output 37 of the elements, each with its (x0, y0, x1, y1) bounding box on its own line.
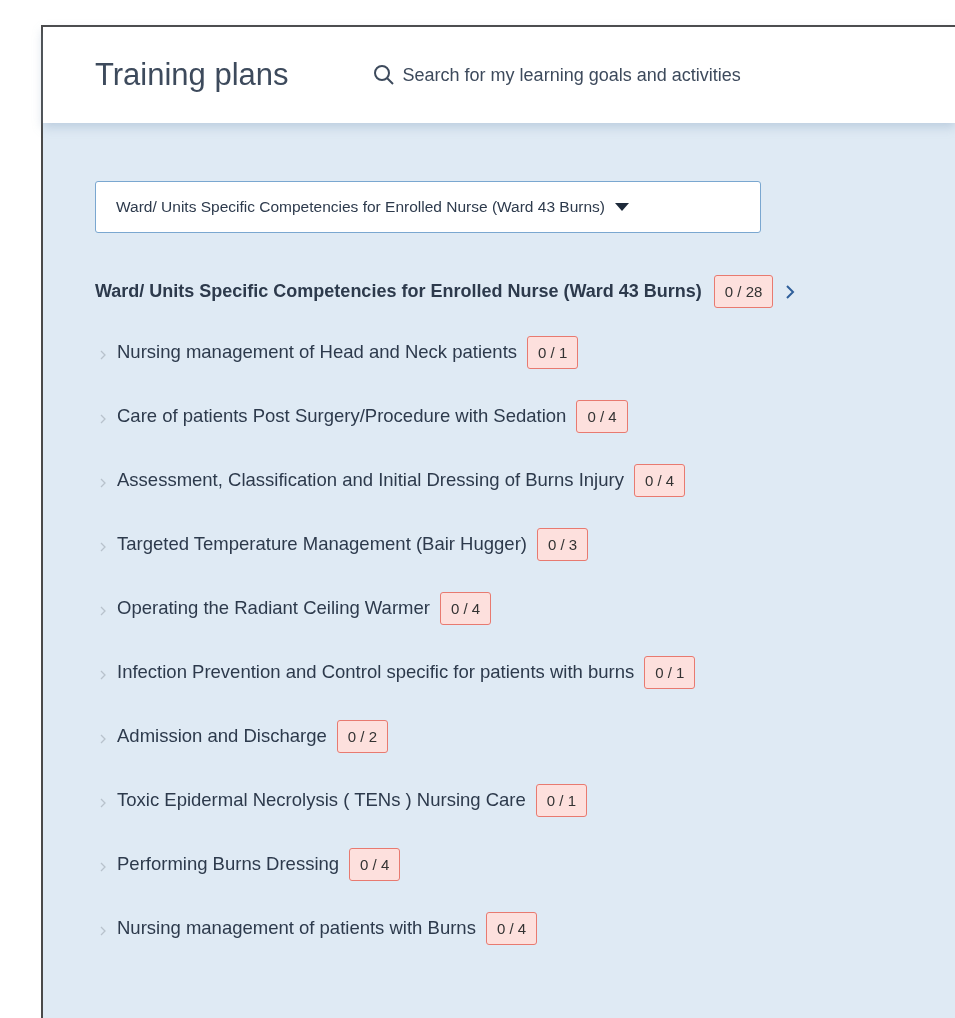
progress-count: 0 / 1 (527, 335, 579, 369)
caret-icon (615, 203, 629, 211)
chevron-icon[interactable] (99, 477, 107, 489)
progress-count: 0 / 2 (336, 719, 388, 753)
progress-count: 0 / 4 (485, 911, 538, 945)
goal-label[interactable]: Nursing management of Head and Neck patients (117, 341, 518, 363)
progress-count: 0 / 3 (536, 527, 589, 561)
page-title: Training plans (95, 57, 289, 93)
progress-count: 0 / 1 (535, 783, 587, 817)
chevron-icon[interactable] (99, 669, 107, 681)
goal-label[interactable]: Performing Burns Dressing (117, 853, 340, 875)
chevron-icon[interactable] (99, 349, 107, 361)
progress-count: 0 / 4 (633, 463, 686, 497)
progress-count: 0 / 4 (349, 847, 401, 881)
goal-label[interactable]: Admission and Discharge (117, 725, 327, 747)
progress-count: 0 / 1 (644, 655, 696, 689)
chevron-icon[interactable] (99, 605, 107, 617)
plan-dropdown[interactable]: Ward/ Units Specific Competencies for Enrolled Nurse (Ward 43 Burns) (95, 181, 761, 233)
goal-label[interactable]: Infection Prevention and Control specific for patients with burns (117, 661, 635, 683)
goal-label[interactable]: Operating the Radiant Ceiling Warmer (117, 597, 430, 619)
chevron-icon[interactable] (99, 413, 107, 425)
goal-label[interactable]: Targeted Temperature Management (Bair Hugger) (117, 533, 527, 555)
goal-label[interactable]: Toxic Epidermal Necrolysis ( TENs ) Nursing Care (117, 789, 526, 811)
chevron-icon[interactable] (99, 925, 107, 937)
chevron-icon[interactable] (99, 861, 107, 873)
chevron-icon[interactable] (99, 541, 107, 553)
progress-count: 0 / 4 (576, 399, 628, 433)
search-icon (372, 64, 395, 86)
progress-count: 0 / 4 (439, 591, 492, 625)
goal-label[interactable]: Care of patients Post Surgery/Procedure with Sedation (117, 405, 567, 427)
chevron-icon[interactable] (99, 797, 107, 809)
progress-count: 0 / 28 (713, 275, 774, 308)
plan-title: Ward/ Units Specific Competencies for Enrolled Nurse (Ward 43 Burns) (95, 281, 702, 302)
chevron-icon[interactable] (99, 733, 107, 745)
chevron-right-icon[interactable] (785, 283, 796, 300)
goal-label[interactable]: Nursing management of patients with Burns (117, 917, 476, 939)
goal-label[interactable]: Assessment, Classification and Initial Dressing of Burns Injury (117, 469, 624, 491)
